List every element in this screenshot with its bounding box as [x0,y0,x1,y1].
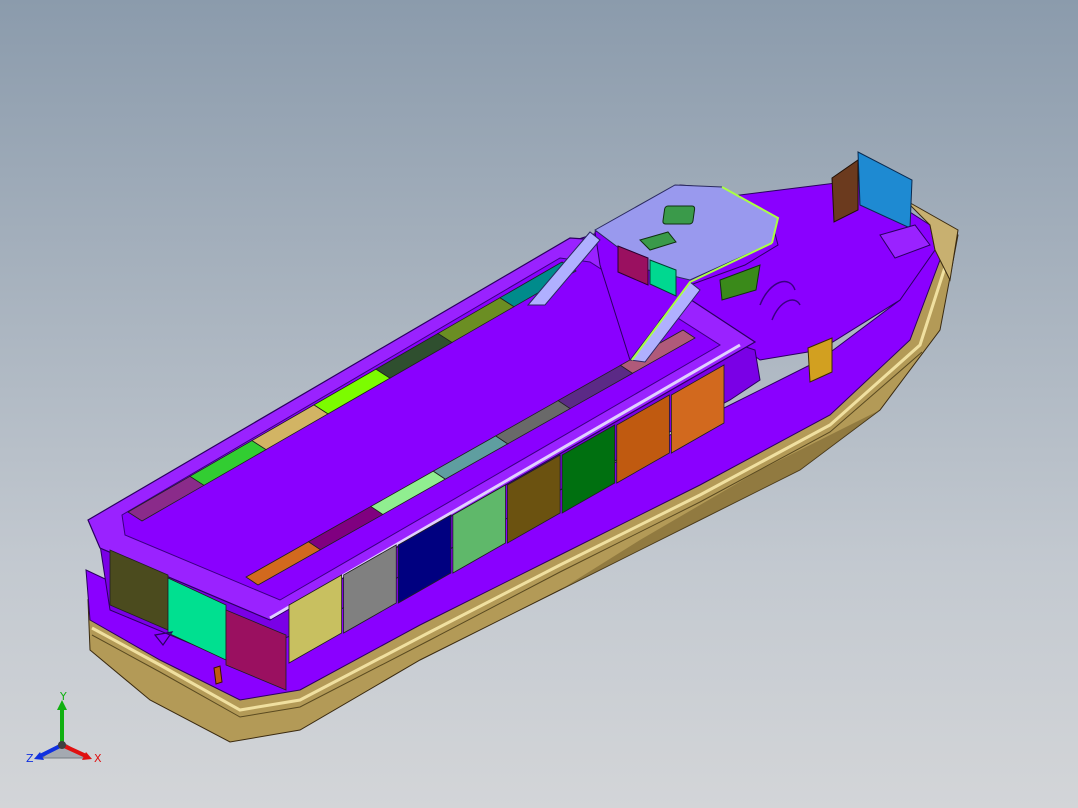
boat-model[interactable] [0,0,1078,808]
3d-viewport[interactable]: Y X Z [0,0,1078,808]
orientation-triad: Y X Z [26,690,102,765]
triad-y-label: Y [59,690,67,703]
triad-x-label: X [94,752,102,765]
triad-origin [58,741,66,749]
roof-hatch [662,205,696,225]
triad-z-label: Z [26,752,34,765]
stern-light [213,665,223,685]
